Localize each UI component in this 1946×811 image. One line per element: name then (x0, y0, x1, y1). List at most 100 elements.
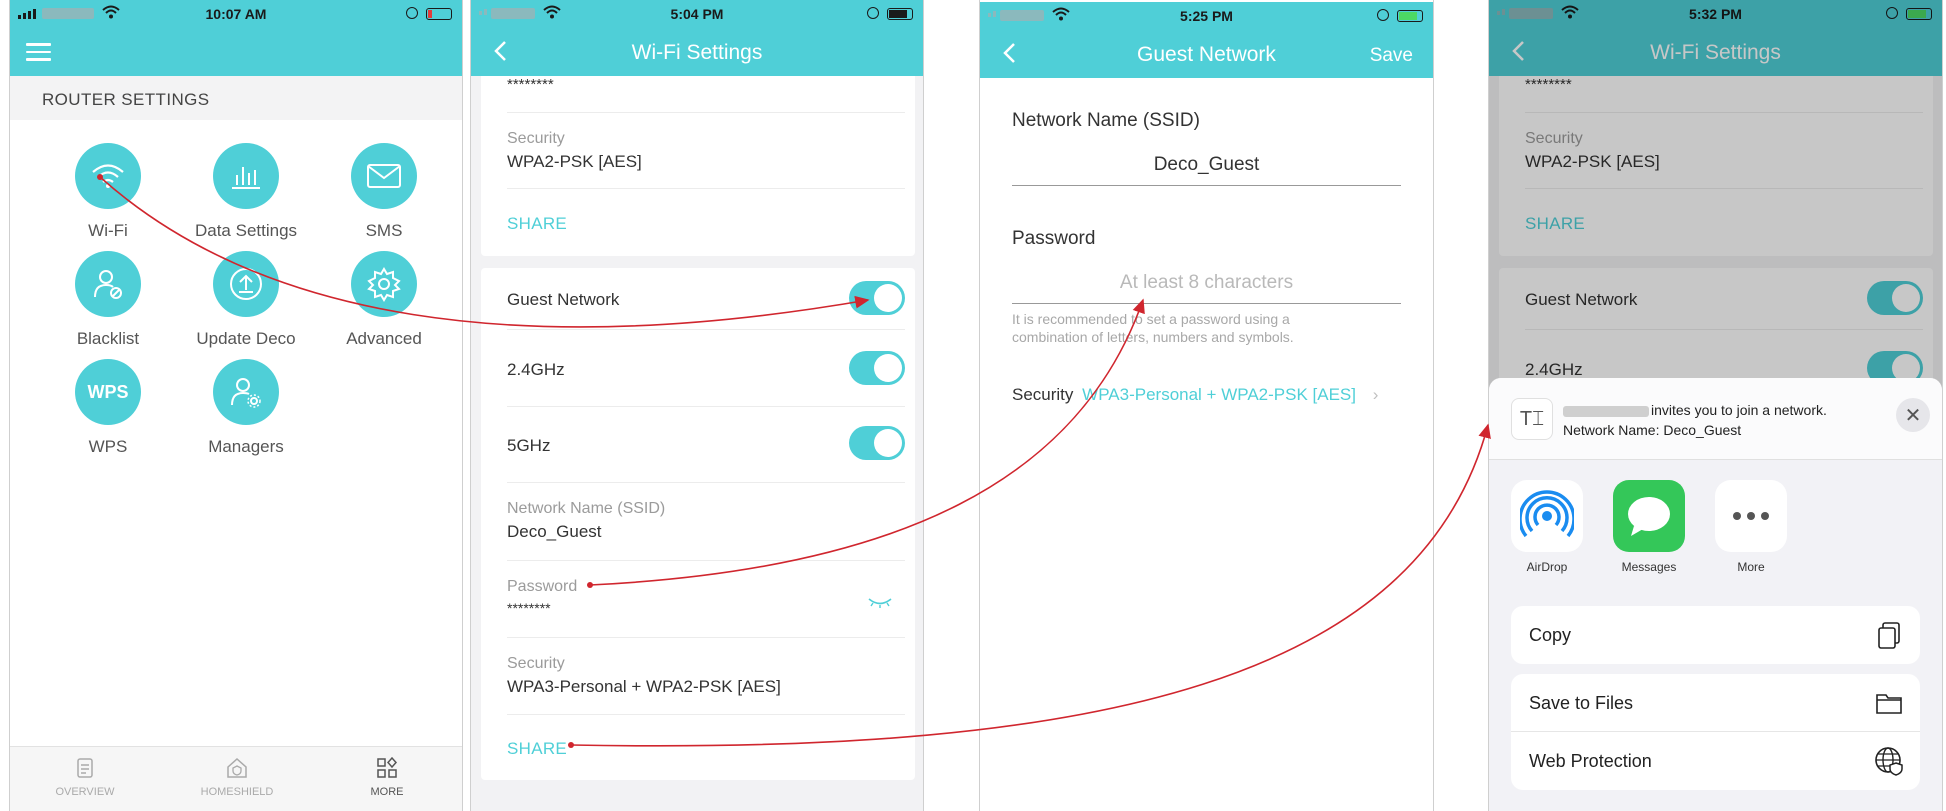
guest-security-label: Security (507, 655, 565, 672)
more-label: More (1737, 560, 1765, 574)
wps-label: WPS (88, 437, 128, 456)
document-icon (77, 758, 93, 778)
messages-button[interactable]: Messages (1613, 480, 1685, 574)
text-document-icon: T⌶ (1511, 398, 1553, 440)
save-to-files-action[interactable]: Save to Files (1511, 674, 1920, 732)
password-label: Password (1012, 228, 1096, 249)
wifi-item[interactable]: Wi-Fi (48, 143, 168, 241)
wifi-label: Wi-Fi (88, 221, 128, 240)
ssid-row[interactable]: Network Name (SSID) Deco_Guest (507, 500, 893, 542)
tab-homeshield-label: HOMESHIELD (200, 786, 274, 798)
status-time: 5:04 PM (670, 6, 724, 22)
status-time: 10:07 AM (205, 6, 267, 22)
messages-icon (1613, 480, 1685, 552)
password-input[interactable]: At least 8 characters (1012, 264, 1401, 304)
share-sheet-header: T⌶ invites you to join a network. Networ… (1489, 378, 1942, 460)
password-row[interactable]: Password ******** (507, 578, 893, 616)
security-row: Security WPA2-PSK [AES] (507, 130, 893, 172)
save-to-files-label: Save to Files (1529, 693, 1634, 713)
wifi-icon (75, 143, 141, 209)
tab-more[interactable]: MORE (332, 756, 442, 798)
folder-icon (1876, 694, 1902, 714)
orientation-lock-icon (1377, 9, 1389, 21)
blacklist-item[interactable]: Blacklist (48, 251, 168, 349)
orientation-lock-icon (867, 7, 879, 19)
sms-item[interactable]: SMS (324, 143, 444, 241)
battery-icon (1397, 10, 1423, 22)
navbar: Guest Network Save (980, 28, 1433, 78)
status-bar: 10:07 AM (10, 0, 462, 26)
guest-security-row[interactable]: Security WPA3-Personal + WPA2-PSK [AES] (507, 655, 893, 697)
guest-network-row: Guest Network (507, 290, 893, 310)
navbar (10, 26, 462, 76)
chevron-right-icon: › (1372, 385, 1379, 404)
guest-security-value: WPA3-Personal + WPA2-PSK [AES] (507, 677, 781, 696)
advanced-label: Advanced (346, 329, 422, 348)
wps-icon: WPS (75, 359, 141, 425)
security-value: WPA3-Personal + WPA2-PSK [AES] (1082, 385, 1356, 404)
grid-icon (377, 756, 398, 778)
managers-item[interactable]: Managers (186, 359, 306, 457)
airdrop-label: AirDrop (1526, 560, 1568, 574)
orientation-lock-icon (406, 7, 418, 19)
masked-password: ******** (507, 76, 554, 93)
password-hint-line-2: combination of letters, numbers and symb… (1012, 329, 1294, 345)
blurred-sender-name (1563, 405, 1649, 417)
share-preview-text: invites you to join a network. Network N… (1563, 400, 1827, 440)
web-protection-action[interactable]: Web Protection (1511, 732, 1920, 790)
eye-closed-icon[interactable] (867, 596, 893, 608)
main-network-card: ******** Security WPA2-PSK [AES] SHARE (481, 60, 915, 256)
battery-icon (426, 8, 452, 20)
house-shield-icon (227, 757, 247, 778)
wps-item[interactable]: WPS WPS (48, 359, 168, 457)
ssid-input[interactable]: Deco_Guest (1012, 146, 1401, 186)
guest-network-toggle[interactable] (849, 281, 905, 315)
copy-label: Copy (1529, 625, 1572, 645)
tab-homeshield[interactable]: HOMESHIELD (182, 757, 292, 798)
band-24-row: 2.4GHz (507, 360, 893, 380)
invite-text: invites you to join a network. (1651, 402, 1827, 418)
copy-icon (1878, 622, 1900, 649)
band-5-toggle[interactable] (849, 426, 905, 460)
update-deco-item[interactable]: Update Deco (186, 251, 306, 349)
messages-label: Messages (1621, 560, 1677, 574)
security-label: Security (1012, 385, 1074, 404)
tab-bar: OVERVIEW HOMESHIELD MORE (10, 746, 462, 811)
share-button[interactable]: SHARE (507, 214, 893, 234)
tab-overview[interactable]: OVERVIEW (30, 757, 140, 798)
masked-password-row: ******** (507, 76, 893, 93)
status-bar: 5:25 PM (980, 2, 1433, 28)
airdrop-button[interactable]: AirDrop (1511, 480, 1583, 574)
save-button[interactable]: Save (1370, 45, 1413, 67)
more-button[interactable]: More (1715, 480, 1787, 574)
upload-icon (213, 251, 279, 317)
security-value: WPA2-PSK [AES] (507, 152, 642, 171)
menu-icon[interactable] (26, 43, 51, 61)
tab-overview-label: OVERVIEW (55, 786, 115, 798)
gear-icon (351, 251, 417, 317)
ssid-label: Network Name (SSID) (507, 500, 666, 517)
page-title: Wi-Fi Settings (631, 41, 763, 64)
password-label: Password (507, 578, 578, 595)
wifi-settings-screen: ******** Security WPA2-PSK [AES] SHARE G… (470, 0, 924, 811)
copy-action[interactable]: Copy (1511, 606, 1920, 664)
ssid-value: Deco_Guest (507, 522, 602, 541)
close-button[interactable]: ✕ (1896, 398, 1930, 432)
security-row[interactable]: Security WPA3-Personal + WPA2-PSK [AES] … (1012, 385, 1378, 405)
share-sheet: T⌶ invites you to join a network. Networ… (1489, 378, 1942, 811)
envelope-icon (351, 143, 417, 209)
status-bar: 5:04 PM (471, 0, 923, 26)
airdrop-icon (1511, 480, 1583, 552)
page-title: Guest Network (1137, 43, 1276, 66)
guest-share-button[interactable]: SHARE (507, 739, 893, 759)
section-header: ROUTER SETTINGS (10, 76, 462, 120)
band-24-toggle[interactable] (849, 351, 905, 385)
security-label: Security (507, 130, 565, 147)
status-time: 5:25 PM (1180, 8, 1233, 24)
battery-icon (887, 8, 913, 20)
data-settings-item[interactable]: Data Settings (186, 143, 306, 241)
user-block-icon (75, 251, 141, 317)
web-protection-label: Web Protection (1529, 751, 1652, 771)
advanced-item[interactable]: Advanced (324, 251, 444, 349)
sms-label: SMS (365, 221, 403, 240)
